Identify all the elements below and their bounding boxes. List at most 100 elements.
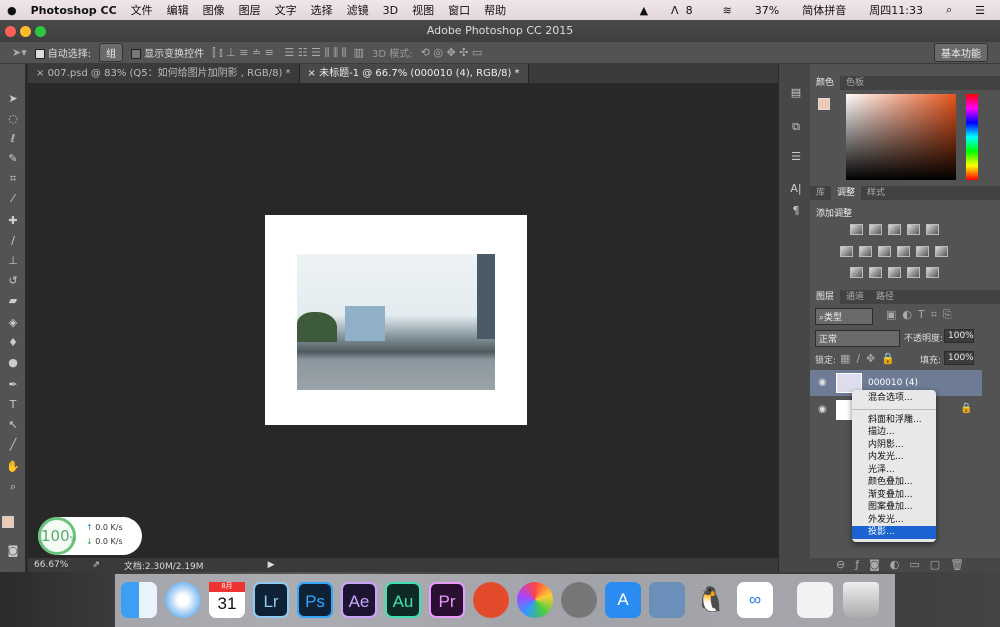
layers-footer[interactable]: ⊖ƒ◙◐▭▢🗑: [810, 558, 1000, 572]
layer-name[interactable]: 000010 (4): [868, 378, 918, 388]
dodge-tool-icon[interactable]: ●: [5, 356, 21, 369]
visibility-eye-icon[interactable]: ◉: [818, 404, 827, 415]
network-monitor-widget[interactable]: 100% ↑ 0.0 K/s ↓ 0.0 K/s: [38, 517, 142, 555]
threshold-icon[interactable]: [888, 267, 901, 278]
menu-item-stroke[interactable]: 描边...: [852, 426, 936, 439]
color-lookup-icon[interactable]: [935, 246, 948, 257]
properties-icon[interactable]: ☰: [788, 150, 804, 163]
menu-item-inner-glow[interactable]: 内发光...: [852, 451, 936, 464]
exposure-icon[interactable]: [907, 224, 920, 235]
3d-tools-icons[interactable]: ⟲ ◎ ✥ ✣ ▭: [421, 46, 483, 59]
history-icon[interactable]: ▤: [788, 86, 804, 99]
menu-item-gradient-overlay[interactable]: 渐变叠加...: [852, 489, 936, 502]
foreground-swatch[interactable]: [818, 98, 830, 110]
finder-icon[interactable]: [121, 582, 157, 618]
color-balance-icon[interactable]: [859, 246, 872, 257]
layer-filter-icons[interactable]: ▣◐T⌗⎘: [886, 308, 958, 322]
app-store-icon[interactable]: A: [605, 582, 641, 618]
posterize-icon[interactable]: [869, 267, 882, 278]
workspace-dropdown[interactable]: 基本功能: [934, 43, 988, 62]
menu-item-outer-glow[interactable]: 外发光...: [852, 514, 936, 527]
tab-library[interactable]: 库: [810, 186, 831, 200]
path-select-icon[interactable]: ↖: [5, 418, 21, 431]
levels-icon[interactable]: [869, 224, 882, 235]
menu-item-bevel-emboss[interactable]: 斜面和浮雕...: [852, 414, 936, 427]
marquee-tool-icon[interactable]: ◌: [5, 112, 21, 125]
invert-icon[interactable]: [850, 267, 863, 278]
blur-tool-icon[interactable]: ♦: [5, 336, 21, 349]
align-icons[interactable]: ⫿ ⫾ ⊥ ≡ ≐ ≡ ☰ ☷ ☰ ⫼ ⫼ ⫼ ▥: [212, 46, 364, 60]
auto-select-checkbox[interactable]: 自动选择:: [34, 45, 91, 60]
lock-icons[interactable]: ▦∕✥🔒: [840, 352, 901, 365]
menu-filter[interactable]: 滤镜: [347, 2, 369, 18]
tab-color[interactable]: 颜色: [810, 76, 841, 90]
adobe-status[interactable]: Ʌ8: [671, 4, 700, 17]
apple-icon[interactable]: ●: [7, 4, 17, 17]
auto-select-dropdown[interactable]: 组: [99, 43, 124, 62]
menu-view[interactable]: 视图: [412, 2, 434, 18]
menu-file[interactable]: 文件: [131, 2, 153, 18]
list-icon[interactable]: ☰: [975, 4, 985, 17]
battery[interactable]: 37%: [755, 4, 779, 17]
menu-window[interactable]: 窗口: [448, 2, 470, 18]
character-icon[interactable]: A|: [788, 182, 804, 195]
foreground-color[interactable]: [2, 516, 14, 528]
notification-icon[interactable]: ▲: [640, 4, 648, 17]
zoom-button[interactable]: [35, 26, 46, 37]
menu-item-pattern-overlay[interactable]: 图案叠加...: [852, 501, 936, 514]
menu-select[interactable]: 选择: [311, 2, 333, 18]
search-icon[interactable]: ⌕: [946, 3, 952, 17]
minimize-button[interactable]: [20, 26, 31, 37]
fill-input[interactable]: 100%: [944, 351, 974, 365]
move-tool-icon[interactable]: ➤: [5, 92, 21, 105]
tab-007-psd[interactable]: × 007.psd @ 83% (Q5：如何给图片加阴影 , RGB/8) *: [28, 64, 300, 83]
doc-size[interactable]: 文档:2.30M/2.19M: [124, 559, 204, 572]
eraser-icon[interactable]: ▰: [5, 294, 21, 307]
clock[interactable]: 周四11:33: [869, 2, 923, 18]
paragraph-icon[interactable]: ¶: [788, 204, 804, 217]
street-photo-layer[interactable]: [297, 254, 495, 390]
davinci-resolve-icon[interactable]: [473, 582, 509, 618]
tab-adjustments[interactable]: 调整: [831, 186, 862, 200]
line-tool-icon[interactable]: ╱: [5, 438, 21, 451]
tab-swatches[interactable]: 色板: [840, 76, 870, 90]
paint-bucket-icon[interactable]: ◈: [5, 316, 21, 329]
wifi-icon[interactable]: ≋: [723, 4, 732, 17]
tab-channels[interactable]: 通道: [840, 290, 870, 304]
ime[interactable]: 简体拼音: [802, 2, 846, 18]
stamp-tool-icon[interactable]: ⊥: [5, 254, 21, 267]
menu-image[interactable]: 图像: [203, 2, 225, 18]
menu-item-drop-shadow[interactable]: 投影...: [852, 526, 936, 539]
eyedropper-icon[interactable]: ⁄: [5, 192, 21, 205]
menu-app[interactable]: Photoshop CC: [31, 4, 117, 17]
calendar-icon[interactable]: 8月 31: [209, 582, 245, 618]
lightroom-icon[interactable]: Lr: [253, 582, 289, 618]
photoshop-icon[interactable]: Ps: [297, 582, 333, 618]
menu-help[interactable]: 帮助: [484, 2, 506, 18]
tab-untitled-1[interactable]: × 未标题-1 @ 66.7% (000010 (4), RGB/8) *: [299, 64, 529, 83]
hue-slider[interactable]: [966, 94, 978, 180]
blend-mode-dropdown[interactable]: 正常: [815, 330, 900, 347]
zoom-tool-icon[interactable]: ⌕: [5, 480, 21, 494]
downloads-stack-icon[interactable]: [797, 582, 833, 618]
menu-edit[interactable]: 编辑: [167, 2, 189, 18]
gradient-map-icon[interactable]: [926, 267, 939, 278]
menu-layer[interactable]: 图层: [239, 2, 261, 18]
brush-tool-icon[interactable]: ∕: [5, 234, 21, 247]
healing-brush-icon[interactable]: ✚: [5, 214, 21, 227]
menu-item-inner-shadow[interactable]: 内阴影...: [852, 439, 936, 452]
after-effects-icon[interactable]: Ae: [341, 582, 377, 618]
channel-mixer-icon[interactable]: [916, 246, 929, 257]
menu-item-color-overlay[interactable]: 颜色叠加...: [852, 476, 936, 489]
crop-tool-icon[interactable]: ⌗: [5, 172, 21, 186]
trash-icon[interactable]: [843, 582, 879, 618]
type-tool-icon[interactable]: T: [5, 398, 21, 411]
vibrance-icon[interactable]: [926, 224, 939, 235]
tab-layers[interactable]: 图层: [810, 290, 841, 304]
hue-sat-icon[interactable]: [840, 246, 853, 257]
photos-icon[interactable]: [517, 582, 553, 618]
menu-item-satin[interactable]: 光泽...: [852, 464, 936, 477]
quick-mask-icon[interactable]: ◙: [5, 544, 21, 557]
pen-tool-icon[interactable]: ✒: [5, 378, 21, 391]
menu-item-blending-options[interactable]: 混合选项...: [852, 392, 936, 405]
